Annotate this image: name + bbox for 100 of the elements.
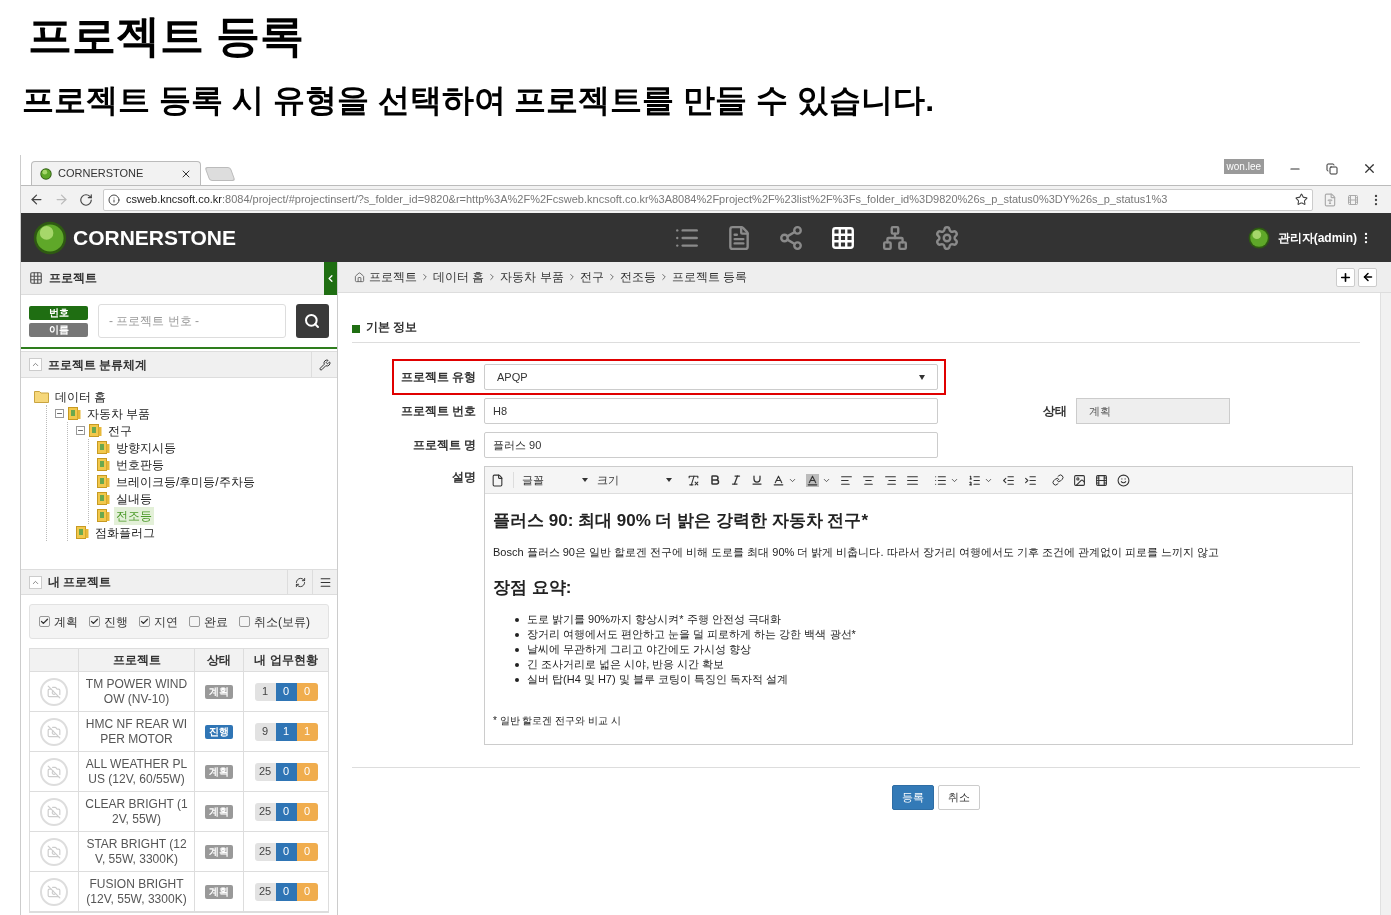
highlight-color-icon[interactable] — [806, 473, 819, 487]
outdent-icon[interactable] — [1002, 473, 1015, 487]
filter-label[interactable]: 진행 — [104, 612, 128, 631]
link-icon[interactable] — [1052, 474, 1064, 486]
search-mode-toggle[interactable]: 번호 — [29, 305, 88, 320]
breadcrumb-item[interactable]: 자동차 부품 — [500, 268, 564, 286]
minus-icon — [56, 410, 63, 417]
numbered-list-icon[interactable] — [968, 473, 981, 487]
bullet-list-icon[interactable] — [934, 473, 947, 487]
collapse-toggle[interactable] — [76, 426, 85, 435]
status-badge: 계획 — [205, 684, 233, 699]
add-button[interactable] — [1336, 267, 1355, 287]
chevron-right-icon — [420, 272, 430, 282]
user-avatar-icon — [1247, 226, 1270, 249]
tree-item[interactable]: 실내등 — [114, 489, 154, 508]
arrow-left-icon — [1361, 271, 1374, 283]
checkbox[interactable] — [89, 616, 100, 627]
search-mode-toggle[interactable]: 이름 — [29, 322, 88, 337]
indent-icon[interactable] — [1024, 473, 1037, 487]
breadcrumb-item[interactable]: 프로젝트 — [369, 268, 417, 286]
tools-icon[interactable] — [318, 358, 331, 371]
address-field[interactable]: csweb.kncsoft.co.kr:8084/project/#projectinsert/?s_folder_id=9820&r=http%3A%2F%2Fcsweb.kncsoft.co.kr%3A8084%2Fproject%2F%23list%2F%3Fs_folder_id%3D9820%26s_p_status0%3DY%26s_p_status1%3 — [103, 188, 1313, 211]
filter-label[interactable]: 계획 — [54, 612, 78, 631]
task-count: 0 — [275, 842, 297, 861]
user-name[interactable]: 관리자(admin) — [1277, 228, 1357, 247]
dropdown-caret-icon — [919, 374, 925, 380]
cancel-button[interactable]: 취소 — [938, 785, 980, 810]
project-type-select[interactable]: APQP — [484, 364, 938, 390]
scrollbar[interactable] — [1380, 293, 1391, 915]
image-icon[interactable] — [1073, 473, 1086, 487]
underline-icon[interactable] — [751, 474, 763, 486]
project-name-field[interactable]: 플러스 90 — [484, 432, 938, 458]
search-field[interactable]: - 프로젝트 번호 - — [98, 304, 286, 338]
breadcrumb-item[interactable]: 데이터 홈 — [433, 268, 485, 286]
search-button[interactable] — [295, 304, 329, 338]
settings-icon[interactable] — [933, 224, 960, 251]
tree-item[interactable]: 번호판등 — [114, 455, 166, 474]
bookmark-star-icon[interactable] — [1295, 193, 1308, 206]
field-label: 프로젝트 명 — [411, 437, 476, 454]
content-heading: 플러스 90: 최대 90% 더 밝은 강력한 자동차 전구* — [493, 510, 869, 532]
filter-label[interactable]: 지연 — [154, 612, 178, 631]
clear-format-icon[interactable] — [687, 473, 700, 487]
restore-icon[interactable] — [1326, 162, 1338, 175]
tree-item[interactable]: 점화플러그 — [93, 523, 157, 542]
back-button[interactable] — [1358, 267, 1377, 287]
content-heading: 장점 요약: — [493, 576, 573, 599]
collapse-toggle[interactable] — [55, 409, 64, 418]
task-count: 0 — [275, 882, 297, 901]
home-icon[interactable] — [354, 271, 365, 283]
table-cell[interactable]: HMC NF REAR WIPER MOTOR — [79, 712, 195, 751]
share-icon[interactable] — [777, 224, 804, 251]
close-icon[interactable] — [1362, 161, 1377, 176]
search-icon — [304, 313, 321, 329]
size-select[interactable]: 크기 — [597, 471, 672, 489]
align-left-icon[interactable] — [840, 473, 853, 487]
back-icon[interactable] — [29, 192, 44, 207]
browser-tab[interactable]: CORNERSTONE — [31, 161, 201, 185]
font-select[interactable]: 글꼴 — [513, 471, 588, 489]
tree-item[interactable]: 브레이크등/후미등/주차등 — [114, 472, 257, 491]
section-title: 기본 정보 — [366, 319, 418, 336]
reload-icon[interactable] — [79, 192, 93, 207]
text-color-icon[interactable] — [772, 473, 785, 487]
emoji-icon[interactable] — [1117, 473, 1130, 487]
submit-button[interactable]: 등록 — [892, 785, 934, 810]
tree-item[interactable]: 데이터 홈 — [53, 387, 109, 406]
plus-icon — [1339, 270, 1352, 284]
grid-chart-icon[interactable] — [829, 224, 856, 251]
video-icon[interactable] — [1095, 473, 1108, 487]
tree-item[interactable]: 자동차 부품 — [85, 404, 153, 423]
breadcrumb-item[interactable]: 전구 — [579, 268, 604, 286]
bold-icon[interactable] — [709, 474, 721, 486]
table-cell[interactable]: TM POWER WINDOW (NV-10) — [79, 672, 195, 711]
status-badge: 계획 — [205, 764, 233, 779]
tree-item[interactable]: 방향지시등 — [114, 438, 178, 457]
project-number-field[interactable]: H8 — [484, 398, 938, 424]
checkbox[interactable] — [189, 616, 200, 627]
table-cell[interactable]: STAR BRIGHT (12V, 55W, 3300K) — [79, 832, 195, 871]
justify-icon[interactable] — [906, 473, 919, 487]
filter-label[interactable]: 취소(보류) — [254, 612, 310, 631]
collapse-sidebar-button[interactable] — [324, 261, 337, 295]
bullet-icon — [515, 632, 519, 637]
hierarchy-icon[interactable] — [881, 224, 908, 251]
refresh-icon[interactable] — [294, 576, 306, 588]
checkbox[interactable] — [239, 616, 250, 627]
new-document-icon[interactable] — [491, 473, 504, 487]
checkbox[interactable] — [39, 616, 50, 627]
task-count: 0 — [296, 882, 318, 901]
menu-icon[interactable] — [318, 575, 332, 589]
checkbox[interactable] — [139, 616, 150, 627]
align-center-icon[interactable] — [862, 473, 875, 487]
align-right-icon[interactable] — [884, 473, 897, 487]
table-cell[interactable]: FUSION BRIGHT (12V, 55W, 3300K) — [79, 872, 195, 911]
table-cell[interactable]: ALL WEATHER PLUS (12V, 60/55W) — [79, 752, 195, 791]
task-count: 25 — [254, 762, 276, 781]
italic-icon[interactable] — [730, 474, 742, 486]
breadcrumb-item[interactable]: 전조등 — [619, 268, 656, 286]
filter-label[interactable]: 완료 — [204, 612, 228, 631]
project-folder-icon — [97, 441, 110, 454]
table-cell[interactable]: CLEAR BRIGHT (12V, 55W) — [79, 792, 195, 831]
tree-item[interactable]: 전구 — [106, 421, 134, 440]
